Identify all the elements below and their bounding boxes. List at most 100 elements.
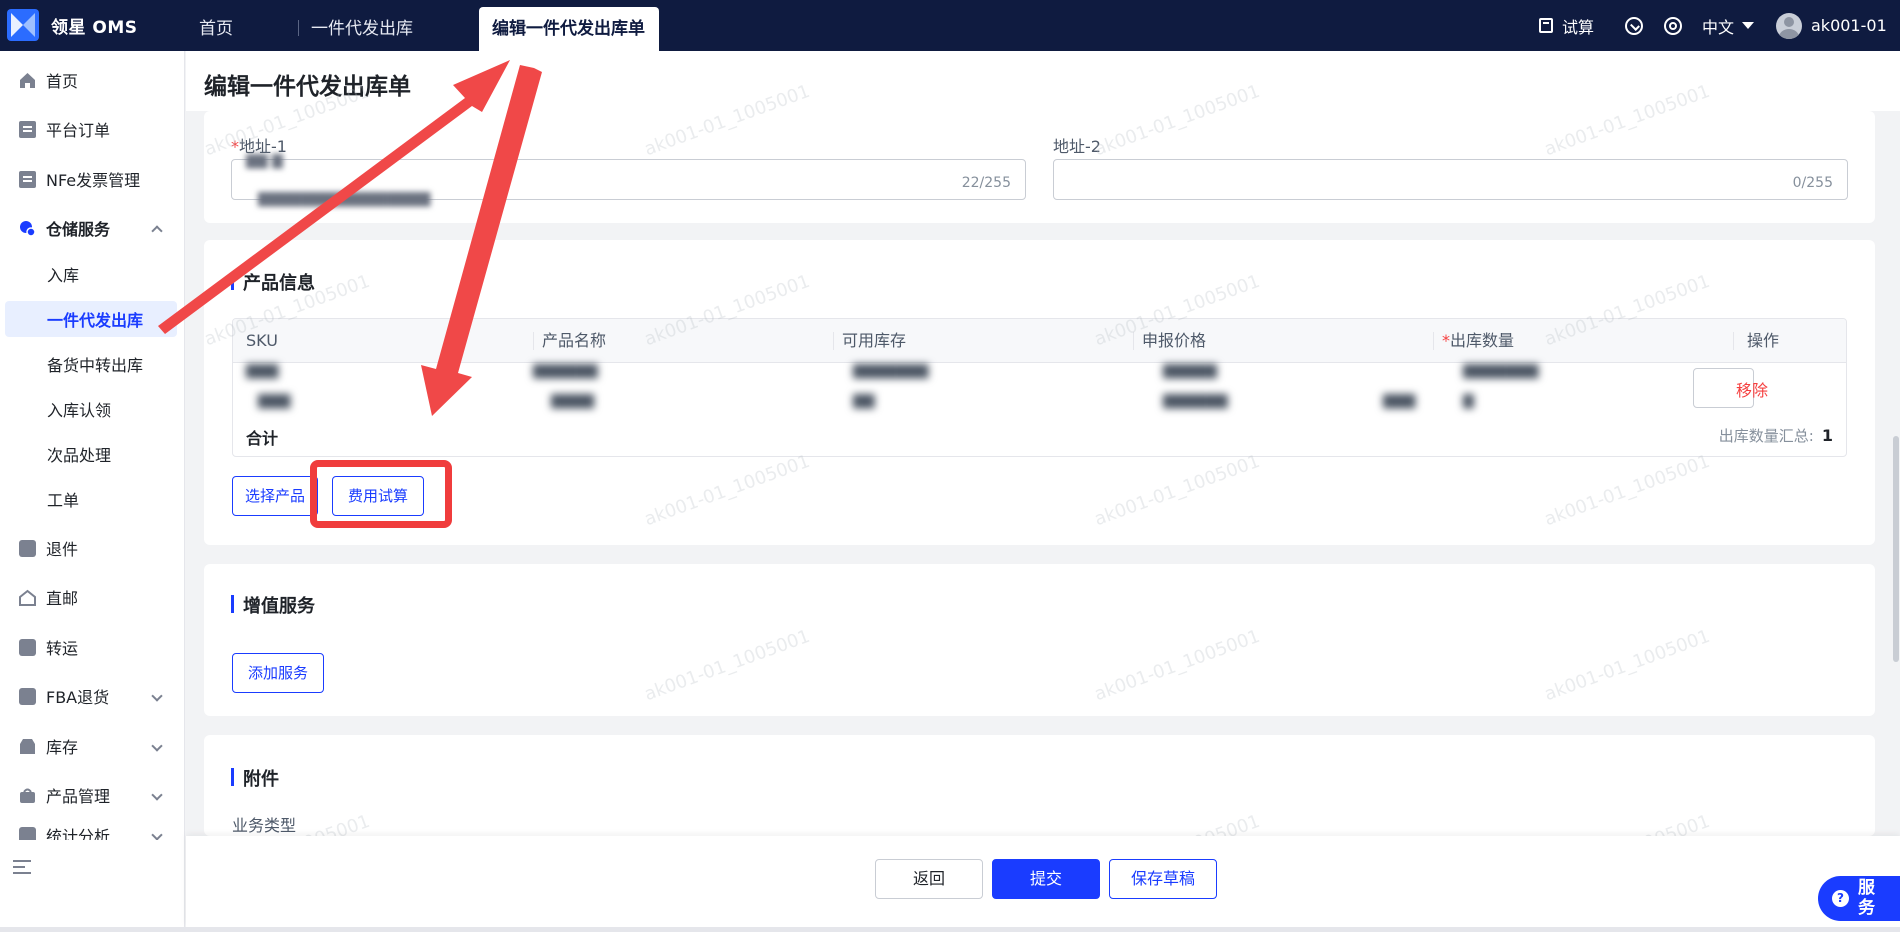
chevron-up-icon xyxy=(151,225,163,237)
language-select[interactable]: 中文 xyxy=(1702,0,1755,51)
sidebar-item-warehouse-services[interactable]: 仓储服务 xyxy=(0,208,185,248)
customer-service-button[interactable]: ? 服务 xyxy=(1818,876,1900,921)
column-header-product-name: 产品名称 xyxy=(542,331,607,350)
submit-button[interactable]: 提交 xyxy=(992,859,1100,899)
product-table: SKU 产品名称 可用库存 申报价格 *出库数量 操作 ▇▇▇ ▇▇▇▇▇▇ ▇… xyxy=(232,318,1847,457)
column-divider xyxy=(1433,332,1434,350)
main-scrollbar[interactable] xyxy=(1892,111,1900,836)
bottom-strip xyxy=(0,927,1900,932)
collapse-sidebar-icon[interactable] xyxy=(13,860,31,876)
outbound-qty-header-text: 出库数量 xyxy=(1450,331,1515,350)
sidebar-item-home[interactable]: 首页 xyxy=(0,60,185,100)
clipboard-icon xyxy=(19,170,36,188)
sidebar-item-label: 首页 xyxy=(46,72,79,91)
chevron-down-icon xyxy=(151,690,163,702)
download-icon xyxy=(1625,16,1643,35)
sidebar-item-returns[interactable]: 退件 xyxy=(0,528,185,568)
business-type-label: 业务类型 xyxy=(232,816,297,835)
select-product-button[interactable]: 选择产品 xyxy=(232,476,318,516)
total-qty-summary: 出库数量汇总: 1 xyxy=(1719,425,1833,446)
attachment-card xyxy=(204,735,1875,836)
address1-char-count: 22/255 xyxy=(961,175,1011,191)
page-header xyxy=(186,51,1900,111)
bag-icon xyxy=(20,788,35,803)
address1-label-ghost: ▇▇ ▇ xyxy=(246,153,283,169)
sidebar-item-label: 退件 xyxy=(46,540,79,559)
warehouse-icon xyxy=(20,220,36,237)
add-service-button[interactable]: 添加服务 xyxy=(232,653,324,693)
sidebar-item-inventory[interactable]: 库存 xyxy=(0,726,185,766)
brand-name: 领星 OMS xyxy=(51,17,138,38)
sidebar-item-fba-returns[interactable]: FBA退货 xyxy=(0,676,185,716)
clipboard-icon xyxy=(19,120,36,138)
sidebar-item-product-management[interactable]: 产品管理 xyxy=(0,775,185,815)
address2-field[interactable]: 0/255 xyxy=(1053,159,1848,200)
sidebar-item-label: 库存 xyxy=(46,738,79,757)
house-icon xyxy=(19,589,36,606)
total-label: 合计 xyxy=(246,429,279,448)
settings-button[interactable] xyxy=(1664,0,1682,51)
sidebar-item-nfe-invoice[interactable]: NFe发票管理 xyxy=(0,159,185,199)
sidebar-sub-inbound-claim[interactable]: 入库认领 xyxy=(5,391,177,427)
sidebar-sub-work-order[interactable]: 工单 xyxy=(5,481,177,517)
column-header-actions: 操作 xyxy=(1747,331,1780,350)
sidebar-item-label: NFe发票管理 xyxy=(46,171,141,190)
sidebar-item-label: 平台订单 xyxy=(46,121,111,140)
sidebar-item-statistics[interactable]: 统计分析 xyxy=(0,822,185,840)
back-button[interactable]: 返回 xyxy=(875,859,983,899)
home-icon xyxy=(20,72,35,88)
column-header-outbound-qty: *出库数量 xyxy=(1442,331,1515,350)
tab-home[interactable]: 首页 xyxy=(199,0,233,51)
total-qty-value: 1 xyxy=(1821,426,1833,445)
sidebar-item-label: 仓储服务 xyxy=(46,220,111,239)
brand-logo[interactable]: 领星 OMS xyxy=(7,9,138,41)
calculator-icon xyxy=(1539,18,1553,33)
chevron-down-icon xyxy=(151,829,163,840)
value-added-title: 增值服务 xyxy=(231,592,315,618)
column-divider xyxy=(833,332,834,350)
sidebar-sub-transit-outbound[interactable]: 备货中转出库 xyxy=(5,346,177,382)
column-header-available-stock: 可用库存 xyxy=(842,331,907,350)
scrollbar-thumb[interactable] xyxy=(1893,436,1899,662)
tab-edit-dropship-order[interactable]: 编辑一件代发出库单 xyxy=(479,7,659,51)
sidebar-item-transfer[interactable]: 转运 xyxy=(0,627,185,667)
sidebar-item-label: 产品管理 xyxy=(46,787,111,806)
remove-product-link[interactable]: 移除 xyxy=(1736,377,1768,401)
product-table-header: SKU 产品名称 可用库存 申报价格 *出库数量 操作 xyxy=(233,319,1846,363)
sidebar-sub-inbound[interactable]: 入库 xyxy=(5,256,177,292)
sidebar-overflow-clip: 统计分析 xyxy=(0,822,185,840)
form-footer: 返回 提交 保存草稿 xyxy=(186,836,1900,927)
sidebar-sub-defective[interactable]: 次品处理 xyxy=(5,436,177,472)
sidebar-sub-dropship-outbound[interactable]: 一件代发出库 xyxy=(5,301,177,337)
sidebar-item-direct-mail[interactable]: 直邮 xyxy=(0,577,185,617)
column-divider xyxy=(1133,332,1134,350)
page-title: 编辑一件代发出库单 xyxy=(204,74,411,100)
total-qty-label: 出库数量汇总: xyxy=(1718,427,1814,445)
annotation-highlight-box xyxy=(310,460,452,528)
chart-icon xyxy=(19,826,36,840)
sidebar-item-label: 直邮 xyxy=(46,589,79,608)
column-divider xyxy=(533,332,534,350)
sidebar: 首页 平台订单 NFe发票管理 仓储服务 入库 一件代发出库 备货中转出库 入库… xyxy=(0,51,185,932)
amazon-icon xyxy=(19,687,36,705)
user-menu[interactable]: ak001-01 xyxy=(1776,0,1887,51)
sidebar-item-platform-orders[interactable]: 平台订单 xyxy=(0,109,185,149)
caret-down-icon xyxy=(1742,22,1755,29)
address2-char-count: 0/255 xyxy=(1792,175,1833,191)
return-icon xyxy=(19,539,36,557)
save-draft-button[interactable]: 保存草稿 xyxy=(1109,859,1217,899)
avatar xyxy=(1776,12,1802,39)
store-icon xyxy=(20,738,35,754)
sidebar-item-label: FBA退货 xyxy=(46,688,110,707)
calc-label: 试算 xyxy=(1562,17,1595,37)
address2-label: 地址-2 xyxy=(1053,137,1101,156)
address1-value-blurred: ▇▇▇▇▇▇▇▇▇▇▇▇▇▇▇▇ xyxy=(258,191,431,207)
tab-dropship-outbound[interactable]: 一件代发出库 xyxy=(311,0,413,51)
download-button[interactable] xyxy=(1625,0,1643,51)
transfer-icon xyxy=(19,638,36,656)
calc-button[interactable]: 试算 xyxy=(1539,0,1594,51)
product-row-blurred: ▇▇▇ ▇▇▇▇▇▇ ▇▇▇▇▇▇▇ ▇▇▇▇▇ ▇▇▇▇▇▇▇ ▇▇▇ ▇▇▇… xyxy=(246,363,1539,409)
column-header-sku: SKU xyxy=(246,331,278,350)
language-label: 中文 xyxy=(1702,17,1735,37)
column-divider xyxy=(1733,332,1734,350)
